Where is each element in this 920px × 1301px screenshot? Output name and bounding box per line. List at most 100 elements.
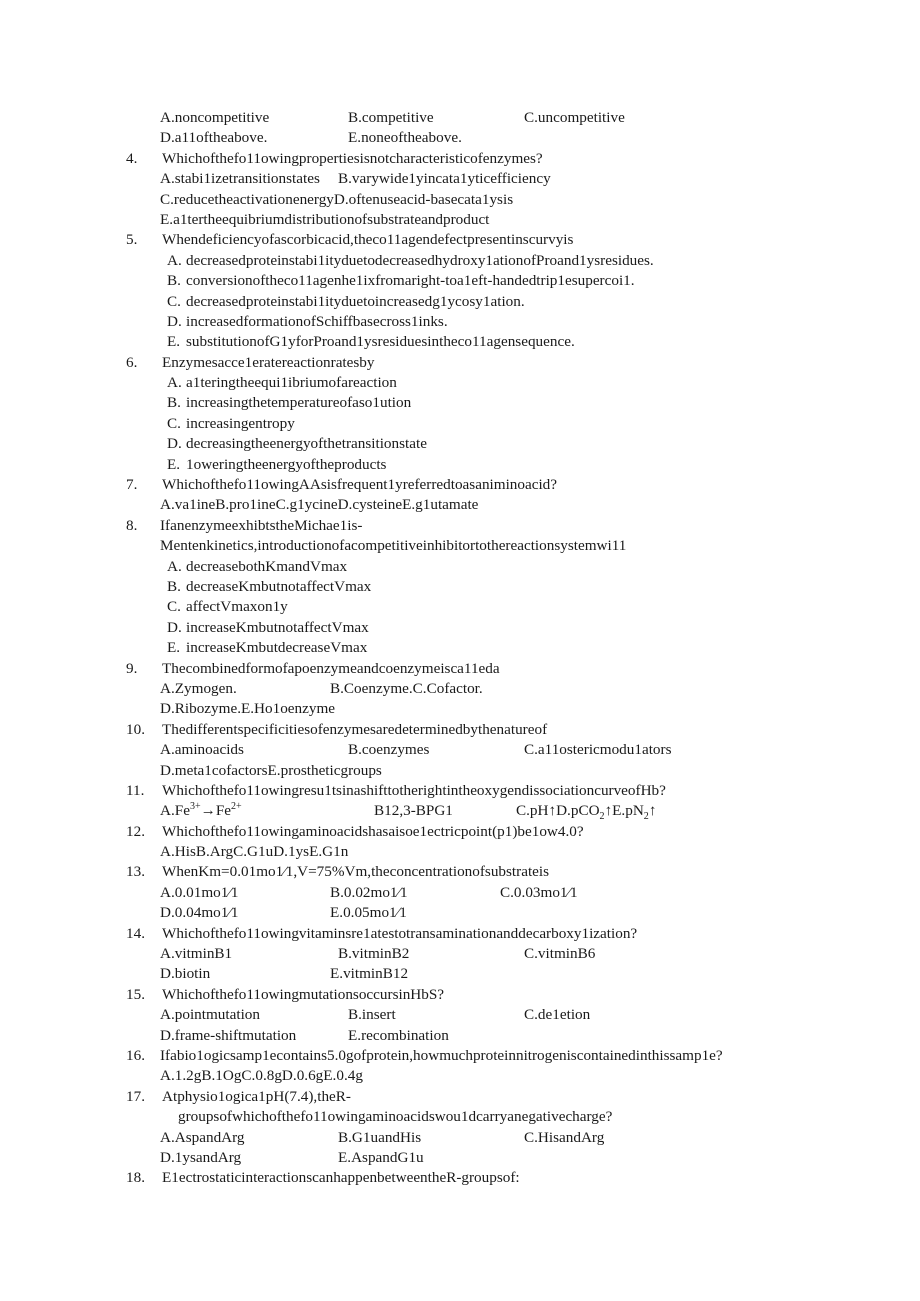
option-e-suffix: ↑ [648, 802, 657, 820]
option-b[interactable]: B.G1uandHis [338, 1128, 421, 1148]
option-letter: A. [167, 374, 182, 392]
question-3-options-row-1: A.noncompetitive B.competitive C.uncompe… [0, 108, 920, 128]
option-d[interactable]: D.frame-shiftmutation [160, 1026, 296, 1046]
question-8-stem-line-1: 8. IfanenzymeexhibtstheMichae1is- [0, 516, 920, 536]
question-14-options-row-2: D.biotin E.vitminB12 [0, 964, 920, 984]
question-5-option-d[interactable]: D. increasedformationofSchiffbasecross1i… [0, 312, 920, 332]
question-5-option-a[interactable]: A. decreasedproteinstabi1ityduetodecreas… [0, 251, 920, 271]
options-inline[interactable]: A.va1ineB.pro1ineC.g1ycineD.cysteineE.g1… [160, 495, 478, 515]
question-7-text: Whichofthefo11owingAAsisfrequent1yreferr… [162, 476, 558, 494]
option-c[interactable]: C.uncompetitive [524, 108, 625, 128]
option-text: decreaseKmbutnotaffectVmax [186, 577, 372, 595]
question-8-text-line-2: Mentenkinetics,introductionofacompetitiv… [160, 537, 627, 555]
option-e[interactable]: E.vitminB12 [330, 964, 408, 984]
option-c[interactable]: C.de1etion [524, 1005, 590, 1025]
option-letter: C. [167, 414, 181, 432]
question-8-option-b[interactable]: B. decreaseKmbutnotaffectVmax [0, 577, 920, 597]
question-5-stem: 5. Whendeficiencyofascorbicacid,theco11a… [0, 230, 920, 250]
option-d[interactable]: D.1ysandArg [160, 1148, 241, 1168]
question-3-options-row-2: D.a11oftheabove. E.noneoftheabove. [0, 128, 920, 148]
option-a[interactable]: A.0.01mo1⁄1 [160, 883, 238, 903]
option-text: a1teringtheequi1ibriumofareaction [186, 374, 397, 392]
option-b[interactable]: B12,3-BPG1 [374, 801, 453, 821]
option-de[interactable]: D.Ribozyme.E.Ho1oenzyme [160, 699, 335, 719]
option-text: substitutionofG1yforProand1ysresiduesint… [186, 333, 575, 351]
option-e[interactable]: E.0.05mo1⁄1 [330, 903, 407, 923]
option-e[interactable]: E.recombination [348, 1026, 449, 1046]
option-b[interactable]: B.competitive [348, 108, 434, 128]
option-d[interactable]: D.biotin [160, 964, 210, 984]
document-page: A.noncompetitive B.competitive C.uncompe… [0, 0, 920, 1301]
question-17-options-row-1: A.AspandArg B.G1uandHis C.HisandArg [0, 1128, 920, 1148]
option-letter: C. [167, 598, 181, 616]
question-17-options-row-2: D.1ysandArg E.AspandG1u [0, 1148, 920, 1168]
option-letter: B. [167, 272, 181, 290]
option-a[interactable]: A.Fe3+→Fe2+ [160, 801, 242, 821]
question-6-option-a[interactable]: A. a1teringtheequi1ibriumofareaction [0, 373, 920, 393]
question-16-text: Ifabio1ogicsamp1econtains5.0gofprotein,h… [160, 1046, 723, 1064]
option-d[interactable]: D.0.04mo1⁄1 [160, 903, 238, 923]
option-a[interactable]: A.pointmutation [160, 1005, 260, 1025]
option-b[interactable]: B.insert [348, 1005, 396, 1025]
question-11-options-row: A.Fe3+→Fe2+ B12,3-BPG1 C.pH↑D.pCO2↑E.pN2… [0, 801, 920, 822]
option-a[interactable]: A.AspandArg [160, 1128, 245, 1148]
question-5-option-c[interactable]: C. decreasedproteinstabi1ityduetoincreas… [0, 292, 920, 312]
option-e[interactable]: E.a1tertheequibriumdistributionofsubstra… [160, 210, 489, 230]
question-17-text-line-2: groupsofwhichofthefo11owingaminoacidswou… [178, 1108, 613, 1126]
question-5-option-e[interactable]: E. substitutionofG1yforProand1ysresidues… [0, 332, 920, 352]
question-6-number: 6. [126, 353, 138, 371]
question-17-text-line-1: Atphysio1ogica1pH(7.4),theR- [162, 1087, 351, 1105]
question-5-option-b[interactable]: B. conversionoftheco11agenhe1ixfromarigh… [0, 271, 920, 291]
oxidation-state-3plus: 3+ [189, 801, 201, 813]
option-c[interactable]: C.a11ostericmodu1ators [524, 740, 672, 760]
option-letter: B. [167, 394, 181, 412]
question-6-option-c[interactable]: C. increasingentropy [0, 414, 920, 434]
question-6-option-d[interactable]: D. decreasingtheenergyofthetransitionsta… [0, 434, 920, 454]
option-letter: D. [167, 312, 182, 330]
question-17-stem-line-2: groupsofwhichofthefo11owingaminoacidswou… [0, 1107, 920, 1127]
option-cd[interactable]: C.reducetheactivationenergyD.oftenuseaci… [160, 190, 513, 210]
option-text: decreasedproteinstabi1ityduetodecreasedh… [186, 251, 654, 269]
option-d[interactable]: D.a11oftheabove. [160, 128, 267, 148]
option-b[interactable]: B.coenzymes [348, 740, 429, 760]
option-a[interactable]: A.stabi1izetransitionstates [160, 169, 320, 189]
options-inline[interactable]: A.HisB.ArgC.G1uD.1ysE.G1n [160, 842, 348, 862]
option-bc[interactable]: B.Coenzyme.C.Cofactor. [330, 679, 483, 699]
question-10-text: Thedifferentspecificitiesofenzymesaredet… [162, 720, 548, 738]
question-16-number: 16. [126, 1046, 145, 1064]
question-18-number: 18. [126, 1169, 145, 1187]
question-13-options-row-1: A.0.01mo1⁄1 B.0.02mo1⁄1 C.0.03mo1⁄1 [0, 883, 920, 903]
question-8-stem-line-2: Mentenkinetics,introductionofacompetitiv… [0, 536, 920, 556]
question-9-text: Thecombinedformofapoenzymeandcoenzymeisc… [162, 659, 500, 677]
option-c[interactable]: C.vitminB6 [524, 944, 595, 964]
option-a[interactable]: A.aminoacids [160, 740, 244, 760]
option-e[interactable]: E.AspandG1u [338, 1148, 424, 1168]
question-4-stem: 4. Whichofthefo11owingpropertiesisnotcha… [0, 149, 920, 169]
option-de[interactable]: D.meta1cofactorsE.prostheticgroups [160, 761, 382, 781]
option-e[interactable]: E.noneoftheabove. [348, 128, 462, 148]
option-a[interactable]: A.noncompetitive [160, 108, 269, 128]
option-b[interactable]: B.0.02mo1⁄1 [330, 883, 408, 903]
question-7-options-row: A.va1ineB.pro1ineC.g1ycineD.cysteineE.g1… [0, 495, 920, 515]
question-10-options-row-2: D.meta1cofactorsE.prostheticgroups [0, 761, 920, 781]
question-8-number: 8. [126, 516, 138, 534]
question-12-text: Whichofthefo11owingaminoacidshasaisoe1ec… [162, 822, 584, 840]
option-cde[interactable]: C.pH↑D.pCO2↑E.pN2↑ [516, 801, 657, 822]
question-17-number: 17. [126, 1087, 145, 1105]
option-a[interactable]: A.vitminB1 [160, 944, 232, 964]
options-inline[interactable]: A.1.2gB.1OgC.0.8gD.0.6gE.0.4g [160, 1066, 363, 1086]
option-c[interactable]: C.0.03mo1⁄1 [500, 883, 578, 903]
option-c[interactable]: C.HisandArg [524, 1128, 604, 1148]
question-13-options-row-2: D.0.04mo1⁄1 E.0.05mo1⁄1 [0, 903, 920, 923]
question-6-option-b[interactable]: B. increasingthetemperatureofaso1ution [0, 393, 920, 413]
question-8-option-d[interactable]: D. increaseKmbutnotaffectVmax [0, 618, 920, 638]
option-b[interactable]: B.vitminB2 [338, 944, 409, 964]
question-8-option-e[interactable]: E. increaseKmbutdecreaseVmax [0, 638, 920, 658]
question-8-option-a[interactable]: A. decreasebothKmandVmax [0, 557, 920, 577]
question-8-option-c[interactable]: C. affectVmaxon1y [0, 597, 920, 617]
option-a[interactable]: A.Zymogen. [160, 679, 237, 699]
option-text: increaseKmbutnotaffectVmax [186, 618, 369, 636]
question-6-option-e[interactable]: E. 1oweringtheenergyoftheproducts [0, 455, 920, 475]
option-b[interactable]: B.varywide1yincata1yticefficiency [338, 169, 551, 189]
question-13-text: WhenKm=0.01mo1⁄1,V=75%Vm,theconcentratio… [162, 863, 550, 881]
